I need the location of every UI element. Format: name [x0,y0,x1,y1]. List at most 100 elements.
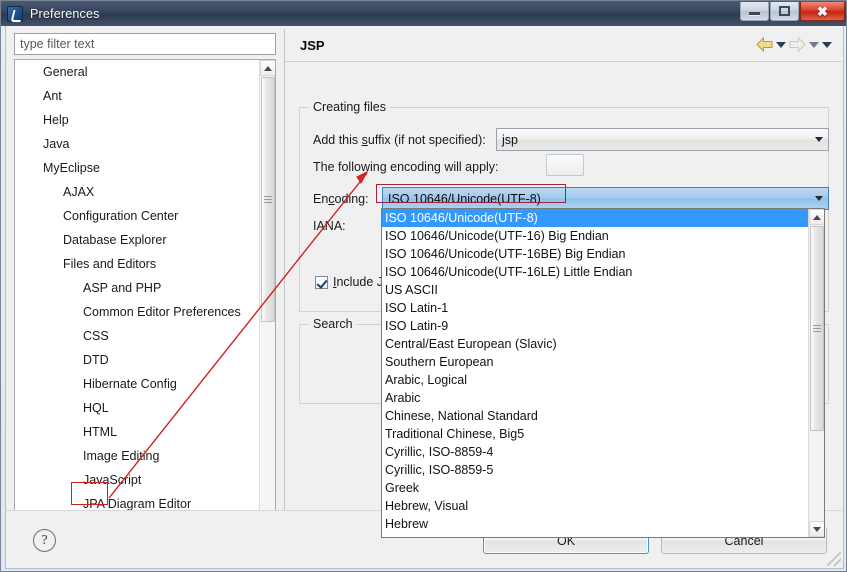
dropdown-option[interactable]: ISO Latin-1 [382,299,824,317]
tree-item[interactable]: ASP and PHP [15,276,275,300]
tree-item[interactable]: CSS [15,324,275,348]
tree-item[interactable]: Java [15,132,275,156]
dropdown-option[interactable]: Greek [382,479,824,497]
tree-item-label: JavaScript [83,473,142,487]
dropdown-option[interactable]: ISO 10646/Unicode(UTF-8) [382,209,824,227]
tree-item[interactable]: Ant [15,84,275,108]
grip-icon [813,325,821,332]
minimize-icon [749,12,760,15]
title-bar: Preferences ✖ [1,1,846,26]
back-dropdown-icon[interactable] [776,41,786,48]
tree-item-label: DTD [83,353,109,367]
myeclipse-icon [7,5,23,22]
minimize-button[interactable] [740,2,769,21]
resize-grip-icon[interactable] [827,552,841,566]
tree-item[interactable]: Configuration Center [15,204,275,228]
suffix-combo[interactable]: jsp [496,128,829,151]
maximize-button[interactable] [770,2,799,21]
view-menu-icon[interactable] [822,41,832,48]
creating-files-group-title: Creating files [309,100,390,114]
tree-item-label: AJAX [63,185,95,199]
dropdown-option[interactable]: Hebrew [382,515,824,533]
dropdown-option[interactable]: US ASCII [382,281,824,299]
encoding-combo[interactable]: ISO 10646/Unicode(UTF-8) [382,187,829,210]
tree-item[interactable]: Hibernate Config [15,372,275,396]
dropdown-option[interactable]: Cyrillic, ISO-8859-4 [382,443,824,461]
tree-item[interactable]: JavaScript [15,468,275,492]
grip-icon [264,196,272,203]
tree-item[interactable]: DTD [15,348,275,372]
tree-items: General Ant Help Java MyEclipse AJAX Configura… [15,60,275,533]
maximize-icon [779,6,790,16]
chevron-down-icon [813,526,821,532]
forward-dropdown-icon[interactable] [809,41,819,48]
filter-input[interactable] [14,33,276,55]
tree-item[interactable]: AJAX [15,180,275,204]
tree-item[interactable]: Help [15,108,275,132]
tree-item-label: ASP and PHP [83,281,162,295]
encoding-combo-value: ISO 10646/Unicode(UTF-8) [388,191,541,206]
chevron-down-icon [815,137,823,142]
tree-scroll-up-button[interactable] [260,60,275,76]
suffix-side-button[interactable] [546,154,584,176]
window-title: Preferences [30,6,100,21]
dropdown-option[interactable]: Arabic [382,389,824,407]
help-icon[interactable]: ? [33,529,56,552]
tree-item[interactable]: General [15,60,275,84]
dropdown-scroll-thumb[interactable] [810,226,824,431]
dropdown-option[interactable]: ISO Latin-9 [382,317,824,335]
tree-item[interactable]: Common Editor Preferences [15,300,275,324]
dropdown-option[interactable]: ISO 10646/Unicode(UTF-16BE) Big Endian [382,245,824,263]
dropdown-scroll-down-button[interactable] [809,521,824,537]
dropdown-option[interactable]: Central/East European (Slavic) [382,335,824,353]
chevron-up-icon [813,214,821,220]
dropdown-option[interactable]: Arabic, Logical [382,371,824,389]
tree-scrollbar[interactable] [259,60,275,533]
dialog-body: General Ant Help Java MyEclipse AJAX Configura… [5,26,844,544]
dropdown-option[interactable]: Southern European [382,353,824,371]
navigation-icons [756,37,832,52]
dropdown-option[interactable]: Traditional Chinese, Big5 [382,425,824,443]
suffix-combo-arrow[interactable] [810,129,828,150]
tree-item-label: Configuration Center [63,209,179,223]
forward-arrow-icon[interactable] [789,37,806,52]
iana-label: IANA: [313,219,346,233]
dropdown-option[interactable]: Cyrillic, ISO-8859-5 [382,461,824,479]
tree-item-label: Image Editing [83,449,160,463]
tree-scroll-thumb[interactable] [261,77,275,322]
suffix-label: Add this suffix (if not specified): [313,133,486,147]
tree-item[interactable]: HQL [15,396,275,420]
close-button[interactable]: ✖ [800,2,845,21]
chevron-up-icon [264,65,272,71]
dropdown-option[interactable]: ISO 10646/Unicode(UTF-16) Big Endian [382,227,824,245]
preferences-tree[interactable]: General Ant Help Java MyEclipse AJAX Configura… [14,59,276,534]
encoding-dropdown-items: ISO 10646/Unicode(UTF-8) ISO 10646/Unicod… [382,209,824,533]
tree-item[interactable]: Database Explorer [15,228,275,252]
tree-item-label: Ant [43,89,62,103]
tree-item-label: HQL [83,401,109,415]
preferences-window: Preferences ✖ General Ant Help Java MyEclips… [0,0,847,572]
tree-item-label: Java [43,137,70,151]
dropdown-scrollbar[interactable] [808,209,824,537]
dropdown-option[interactable]: ISO 10646/Unicode(UTF-16LE) Little Endia… [382,263,824,281]
tree-item-label: Database Explorer [63,233,167,247]
chevron-down-icon [815,196,823,201]
back-arrow-icon[interactable] [756,37,773,52]
tree-item-label: MyEclipse [43,161,100,175]
dropdown-option[interactable]: Hebrew, Visual [382,497,824,515]
tree-item[interactable]: HTML [15,420,275,444]
suffix-combo-value: jsp [502,132,518,147]
include-checkbox[interactable] [315,275,328,289]
tree-item[interactable]: MyEclipse [15,156,275,180]
encoding-label: Encoding: [313,192,369,206]
encoding-combo-arrow[interactable] [810,188,828,209]
dropdown-option[interactable]: Chinese, National Standard [382,407,824,425]
content-header: JSP [285,29,842,62]
tree-item-label: CSS [83,329,109,343]
encoding-dropdown-list[interactable]: ISO 10646/Unicode(UTF-8) ISO 10646/Unicod… [381,208,825,538]
tree-item[interactable]: Files and Editors [15,252,275,276]
tree-item[interactable]: Image Editing [15,444,275,468]
include-checkbox-row[interactable]: Include J [315,275,383,289]
window-controls: ✖ [740,2,845,21]
dropdown-scroll-up-button[interactable] [809,209,824,225]
